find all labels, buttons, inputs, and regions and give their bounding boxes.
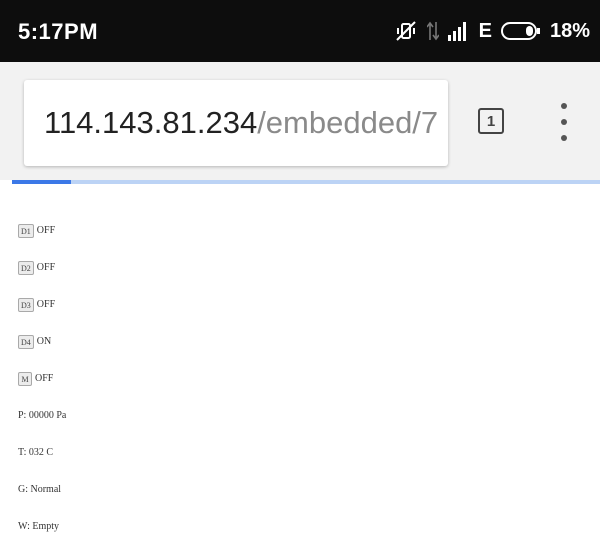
url-text[interactable]: 114.143.81.234/embedded/7	[24, 105, 438, 141]
d3-toggle-button[interactable]: D3	[18, 298, 34, 312]
device-row-d1: D1 OFF	[18, 224, 578, 261]
menu-dot-icon	[561, 103, 567, 109]
d2-state: OFF	[36, 262, 56, 273]
temperature-reading: T: 032 C	[18, 447, 54, 458]
d1-state: OFF	[36, 225, 56, 236]
gas-reading: G: Normal	[18, 484, 62, 495]
pressure-reading: P: 00000 Pa	[18, 410, 67, 421]
status-icons: E 18%	[394, 18, 590, 44]
signal-strength-icon	[447, 21, 470, 41]
tab-count: 1	[486, 112, 496, 130]
page-load-progress	[12, 180, 600, 184]
water-row: W: Empty	[18, 520, 578, 557]
url-host: 114.143.81.234	[44, 105, 258, 140]
menu-dot-icon	[561, 119, 567, 125]
device-row-d2: D2 OFF	[18, 261, 578, 298]
overflow-menu-button[interactable]	[552, 100, 576, 144]
url-path: /embedded/7	[257, 105, 439, 140]
battery-percent: 18%	[549, 19, 590, 42]
status-time: 5:17PM	[18, 19, 99, 44]
device-row-d3: D3 OFF	[18, 298, 578, 335]
network-type-label: E	[478, 19, 492, 42]
page-load-progress-fill	[12, 180, 71, 184]
vibrate-mute-icon	[394, 19, 418, 43]
address-bar[interactable]: 114.143.81.234/embedded/7	[24, 80, 448, 166]
data-transfer-icon	[426, 20, 439, 42]
m-state: OFF	[35, 373, 54, 384]
gas-row: G: Normal	[18, 483, 578, 520]
page-content: D1 OFF D2 OFF D3 OFF D4 ON M OFF P: 0000…	[18, 224, 578, 557]
temperature-row: T: 032 C	[18, 446, 578, 483]
status-bar: 5:17PM E 18%	[0, 0, 600, 62]
water-reading: W: Empty	[18, 521, 60, 532]
d1-toggle-button[interactable]: D1	[18, 224, 34, 238]
menu-dot-icon	[561, 135, 567, 141]
d2-toggle-button[interactable]: D2	[18, 261, 34, 275]
browser-toolbar: 114.143.81.234/embedded/7 1	[0, 62, 600, 180]
device-row-d4: D4 ON	[18, 335, 578, 372]
m-toggle-button[interactable]: M	[18, 372, 32, 386]
battery-icon	[500, 21, 541, 41]
tab-switcher-button[interactable]: 1	[478, 108, 504, 134]
pressure-row: P: 00000 Pa	[18, 409, 578, 446]
d4-toggle-button[interactable]: D4	[18, 335, 34, 349]
d3-state: OFF	[36, 299, 56, 310]
device-row-m: M OFF	[18, 372, 578, 409]
d4-state: ON	[36, 336, 52, 347]
